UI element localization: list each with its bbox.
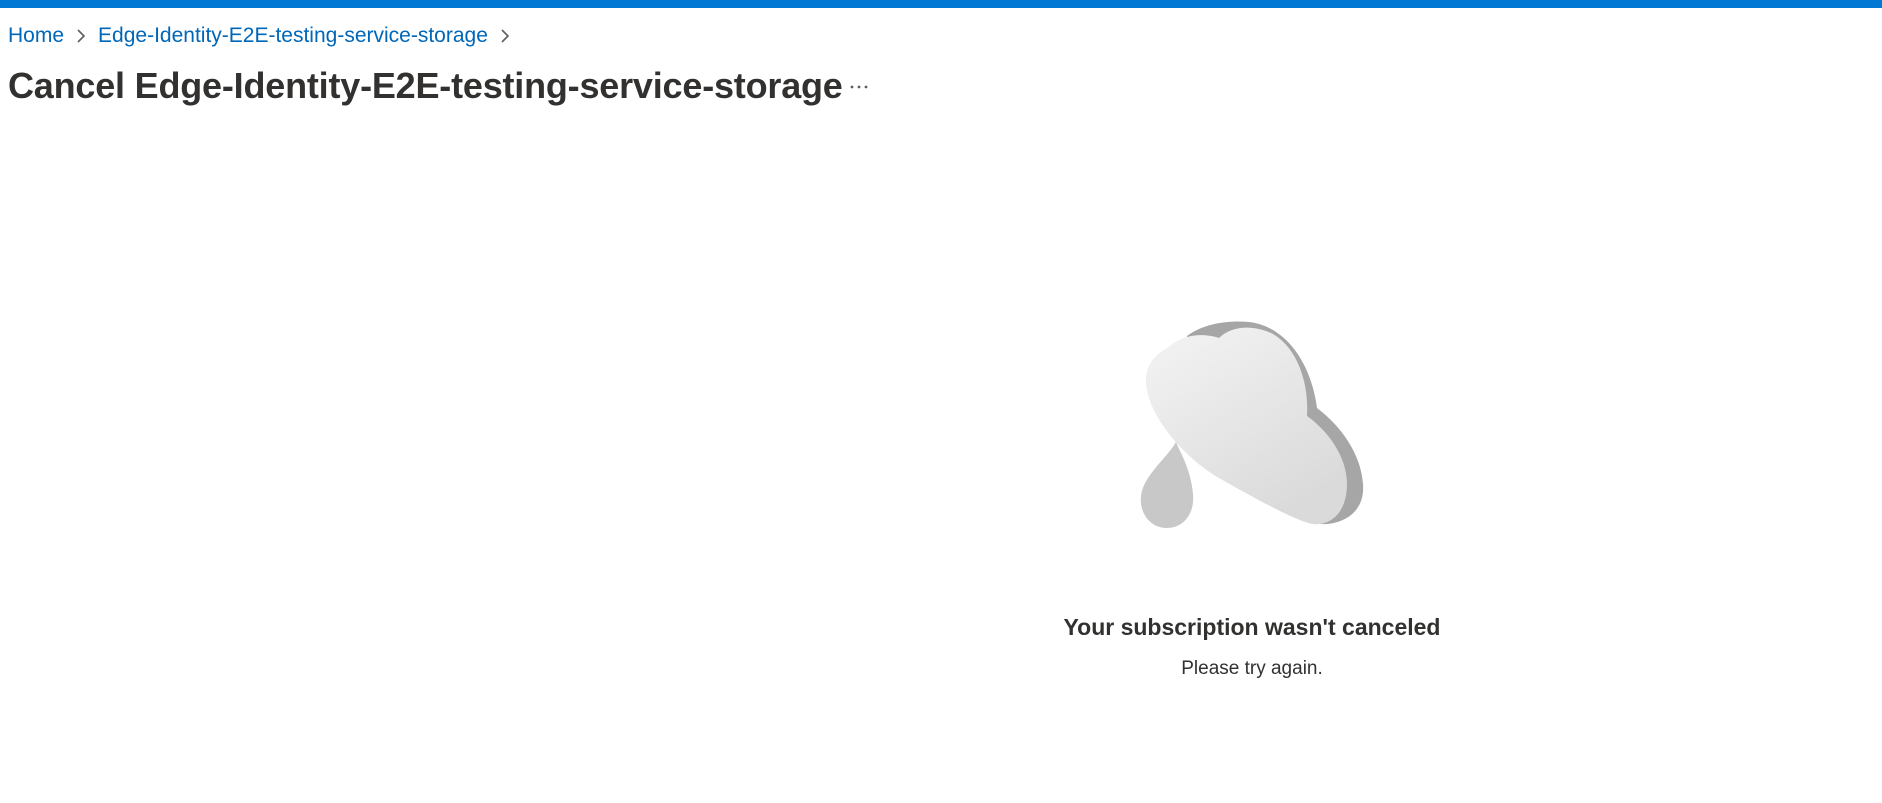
top-accent-bar bbox=[0, 0, 1882, 8]
chevron-right-icon bbox=[488, 22, 522, 50]
cloud-rain-icon bbox=[1140, 321, 1364, 528]
breadcrumb: Home Edge-Identity-E2E-testing-service-s… bbox=[8, 22, 522, 50]
more-options-button[interactable] bbox=[842, 72, 876, 102]
breadcrumb-home-link[interactable]: Home bbox=[8, 22, 64, 50]
error-message-subtitle: Please try again. bbox=[1181, 658, 1323, 679]
ellipsis-icon bbox=[850, 85, 868, 89]
raindrop-shape bbox=[1140, 442, 1194, 528]
error-empty-state: Your subscription wasn't canceled Please… bbox=[1052, 318, 1452, 682]
page-title: Cancel Edge-Identity-E2E-testing-service… bbox=[8, 65, 843, 106]
breadcrumb-subscription-link[interactable]: Edge-Identity-E2E-testing-service-storag… bbox=[98, 22, 488, 50]
error-message-title: Your subscription wasn't canceled bbox=[1063, 614, 1441, 640]
chevron-right-icon bbox=[64, 22, 98, 50]
